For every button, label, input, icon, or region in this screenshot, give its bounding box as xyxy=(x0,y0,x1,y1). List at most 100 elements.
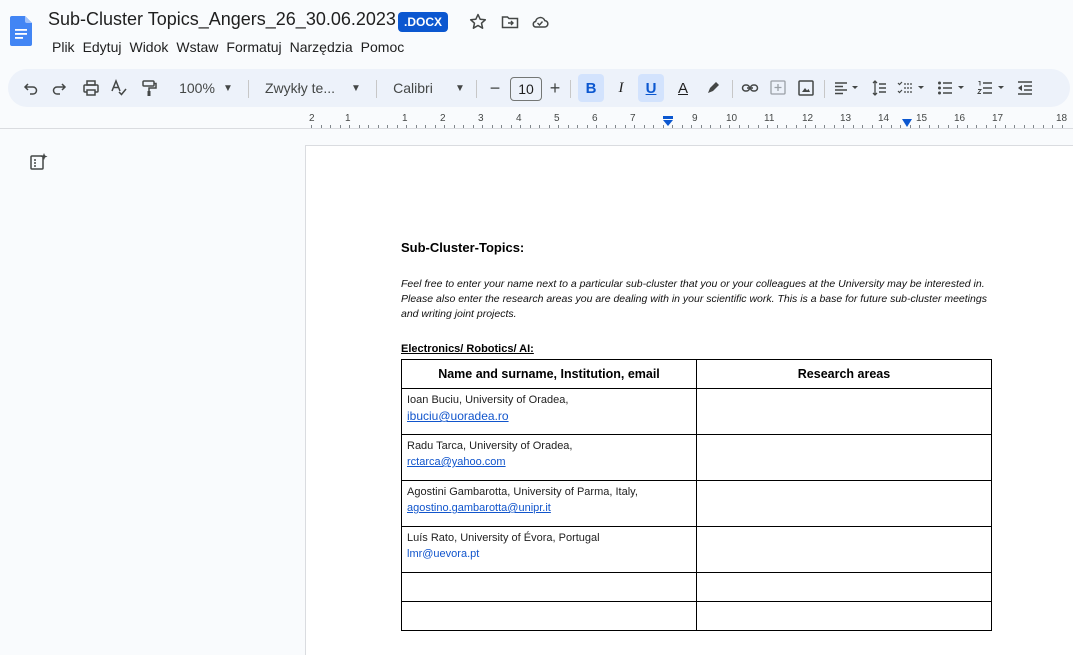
ruler-number: 3 xyxy=(478,113,484,124)
menu-help[interactable]: Pomoc xyxy=(357,38,409,56)
menu-view[interactable]: Widok xyxy=(125,38,172,56)
email-link[interactable]: ibuciu@uoradea.ro xyxy=(407,408,691,424)
menu-tools[interactable]: Narzędzia xyxy=(286,38,357,56)
toolbar-divider xyxy=(248,80,249,98)
document-page[interactable]: Sub-Cluster-Topics: Feel free to enter y… xyxy=(305,145,1073,655)
participants-table: Name and surname, Institution, email Res… xyxy=(401,359,992,631)
ruler-number: 1 xyxy=(345,113,351,124)
underline-button[interactable]: U xyxy=(638,74,664,102)
menu-edit[interactable]: Edytuj xyxy=(79,38,126,56)
participant-name: Radu Tarca, University of Oradea, xyxy=(407,440,573,452)
table-row-empty xyxy=(401,572,992,602)
table-row: Agostini Gambarotta, University of Parma… xyxy=(401,480,992,527)
print-button[interactable] xyxy=(80,69,102,107)
zoom-value[interactable]: 100% xyxy=(176,69,218,107)
research-cell[interactable] xyxy=(696,434,992,481)
name-cell[interactable] xyxy=(401,601,697,631)
email-link[interactable]: rctarca@yahoo.com xyxy=(407,454,691,470)
menu-bar: Plik Edytuj Widok Wstaw Formatuj Narzędz… xyxy=(48,38,408,56)
research-cell[interactable] xyxy=(696,526,992,573)
highlight-pen-icon xyxy=(708,82,719,93)
name-cell[interactable]: Luís Rato, University of Évora, Portugal… xyxy=(401,526,697,573)
research-cell[interactable] xyxy=(696,601,992,631)
font-family-select[interactable]: Calibri xyxy=(388,69,438,107)
participant-name: Ioan Buciu, University of Oradea, xyxy=(407,394,569,406)
title-bar: Sub-Cluster Topics_Angers_26_30.06.2023 … xyxy=(0,0,1073,64)
line-spacing-icon xyxy=(872,80,886,96)
toolbar-divider xyxy=(376,80,377,98)
docs-logo-icon[interactable] xyxy=(10,16,32,46)
intro-paragraph: Feel free to enter your name next to a p… xyxy=(401,278,987,320)
align-button[interactable] xyxy=(830,69,864,107)
spellcheck-button[interactable] xyxy=(108,69,130,107)
email-link[interactable]: agostino.gambarotta@unipr.it xyxy=(407,500,691,516)
document-heading: Sub-Cluster-Topics: xyxy=(401,240,525,255)
ruler-number: 12 xyxy=(802,113,814,124)
paint-format-icon xyxy=(142,80,157,96)
name-cell[interactable]: Ioan Buciu, University of Oradea, ibuciu… xyxy=(401,388,697,435)
ruler-number: 14 xyxy=(878,113,890,124)
bulleted-list-button[interactable] xyxy=(934,69,970,107)
line-spacing-button[interactable] xyxy=(868,69,890,107)
research-cell[interactable] xyxy=(696,572,992,602)
text-color-button[interactable]: A xyxy=(672,69,694,107)
name-cell[interactable]: Radu Tarca, University of Oradea, rctarc… xyxy=(401,434,697,481)
paint-format-button[interactable] xyxy=(138,69,160,107)
column-header-research: Research areas xyxy=(696,359,992,389)
redo-button[interactable] xyxy=(48,69,70,107)
document-title[interactable]: Sub-Cluster Topics_Angers_26_30.06.2023 xyxy=(48,9,396,30)
move-folder-icon[interactable] xyxy=(500,12,520,32)
table-header-row: Name and surname, Institution, email Res… xyxy=(401,359,992,389)
insert-image-button[interactable] xyxy=(794,69,818,107)
image-icon xyxy=(798,80,814,96)
email-text[interactable]: lmr@uevora.pt xyxy=(407,546,691,562)
ruler-number: 11 xyxy=(764,113,775,124)
paragraph-style-select[interactable]: Zwykły te... xyxy=(260,69,340,107)
font-size-input[interactable]: 10 xyxy=(510,77,542,101)
document-outline-icon[interactable] xyxy=(29,152,49,172)
insert-link-button[interactable] xyxy=(738,69,762,107)
italic-button[interactable]: I xyxy=(610,69,632,107)
undo-button[interactable] xyxy=(20,69,42,107)
menu-file[interactable]: Plik xyxy=(48,38,79,56)
zoom-dropdown-icon[interactable]: ▼ xyxy=(220,69,236,107)
star-icon[interactable] xyxy=(468,12,488,32)
ruler-number: 10 xyxy=(726,113,738,124)
name-cell[interactable]: Agostini Gambarotta, University of Parma… xyxy=(401,480,697,527)
ruler-number: 1 xyxy=(402,113,408,124)
right-indent-marker-icon[interactable] xyxy=(902,119,912,127)
ruler-number: 2 xyxy=(440,113,446,124)
research-cell[interactable] xyxy=(696,388,992,435)
increase-font-size-button[interactable]: + xyxy=(546,69,564,107)
comment-plus-icon xyxy=(770,80,786,95)
ruler-number: 2 xyxy=(309,113,315,124)
font-dropdown-icon[interactable]: ▼ xyxy=(452,69,468,107)
participant-name: Luís Rato, University of Évora, Portugal xyxy=(407,532,600,544)
highlight-color-button[interactable] xyxy=(702,69,724,107)
table-row: Radu Tarca, University of Oradea, rctarc… xyxy=(401,434,992,481)
decrease-font-size-button[interactable]: − xyxy=(486,69,504,107)
participant-name: Agostini Gambarotta, University of Parma… xyxy=(407,486,638,498)
add-comment-button[interactable] xyxy=(766,69,790,107)
toolbar-divider-line xyxy=(0,128,1073,129)
ruler-number: 15 xyxy=(916,113,928,124)
decrease-indent-button[interactable] xyxy=(1014,69,1036,107)
menu-format[interactable]: Formatuj xyxy=(222,38,285,56)
ruler-number: 6 xyxy=(592,113,598,124)
undo-icon xyxy=(23,83,38,95)
name-cell[interactable] xyxy=(401,572,697,602)
numbered-list-icon xyxy=(977,81,1004,94)
numbered-list-button[interactable] xyxy=(974,69,1010,107)
ruler-number: 18 xyxy=(1056,113,1068,124)
cloud-saved-icon[interactable] xyxy=(530,12,550,32)
redo-icon xyxy=(52,83,67,95)
bold-button[interactable]: B xyxy=(578,74,604,102)
align-left-icon xyxy=(835,82,858,95)
menu-insert[interactable]: Wstaw xyxy=(172,38,222,56)
checklist-button[interactable] xyxy=(894,69,930,107)
research-cell[interactable] xyxy=(696,480,992,527)
checklist-icon xyxy=(897,81,924,94)
horizontal-ruler[interactable]: 2 1 1 2 3 4 5 6 7 9 10 11 12 13 14 15 16… xyxy=(305,111,1073,129)
style-dropdown-icon[interactable]: ▼ xyxy=(348,69,364,107)
print-icon xyxy=(83,80,99,96)
